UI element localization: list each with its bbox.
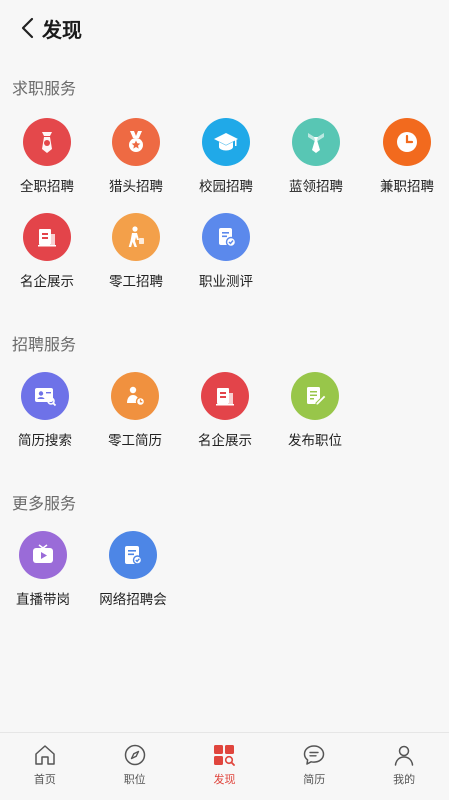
tie-icon bbox=[23, 118, 71, 166]
nav-label: 首页 bbox=[33, 773, 56, 786]
nav-discover[interactable]: 发现 bbox=[180, 733, 270, 800]
service-resume-search[interactable]: 简历搜索 bbox=[0, 372, 90, 462]
item-label: 网络招聘会 bbox=[99, 592, 167, 608]
nav-label: 职位 bbox=[123, 773, 146, 786]
section-title: 招聘服务 bbox=[12, 335, 77, 354]
service-top-companies[interactable]: 名企展示 bbox=[2, 213, 92, 303]
item-label: 兼职招聘 bbox=[380, 179, 434, 195]
nav-resume[interactable]: 简历 bbox=[269, 733, 359, 800]
nav-home[interactable]: 首页 bbox=[0, 733, 90, 800]
service-parttime-jobs[interactable]: 兼职招聘 bbox=[362, 118, 449, 208]
necktie-icon bbox=[292, 118, 340, 166]
nav-label: 发现 bbox=[213, 773, 236, 786]
discover-page: 发现 求职服务 全职招聘 猎头招聘 校园招聘 蓝领招聘 兼职招聘 名企展示 零工… bbox=[0, 0, 449, 800]
item-label: 职业测评 bbox=[199, 274, 253, 290]
service-gig-resume[interactable]: 零工简历 bbox=[90, 372, 180, 462]
resume-search-icon bbox=[21, 372, 69, 420]
service-bluecollar-jobs[interactable]: 蓝领招聘 bbox=[271, 118, 361, 208]
back-button[interactable] bbox=[0, 0, 36, 56]
item-label: 猎头招聘 bbox=[109, 179, 163, 195]
service-live-jobs[interactable]: 直播带岗 bbox=[0, 531, 88, 621]
home-icon bbox=[35, 745, 55, 765]
item-label: 校园招聘 bbox=[199, 179, 253, 195]
discover-icon bbox=[214, 745, 236, 766]
service-fulltime-jobs[interactable]: 全职招聘 bbox=[2, 118, 92, 208]
item-label: 发布职位 bbox=[288, 433, 342, 449]
clock-icon bbox=[383, 118, 431, 166]
item-label: 全职招聘 bbox=[20, 179, 74, 195]
assessment-icon bbox=[202, 213, 250, 261]
nav-label: 我的 bbox=[393, 773, 416, 786]
nav-profile[interactable]: 我的 bbox=[359, 733, 449, 800]
chevron-left-icon bbox=[21, 17, 34, 39]
chat-icon bbox=[304, 745, 325, 765]
top-bar: 发现 bbox=[0, 0, 449, 56]
live-tv-icon bbox=[19, 531, 67, 579]
service-gig-jobs[interactable]: 零工招聘 bbox=[91, 213, 181, 303]
item-label: 蓝领招聘 bbox=[289, 179, 343, 195]
item-label: 名企展示 bbox=[198, 433, 252, 449]
online-fair-icon bbox=[109, 531, 157, 579]
compass-icon bbox=[124, 744, 145, 766]
nav-label: 简历 bbox=[303, 773, 326, 786]
item-label: 零工简历 bbox=[108, 433, 162, 449]
service-online-job-fair[interactable]: 网络招聘会 bbox=[88, 531, 178, 621]
worker-icon bbox=[112, 213, 160, 261]
item-label: 直播带岗 bbox=[16, 592, 70, 608]
section-title: 更多服务 bbox=[12, 494, 77, 513]
user-icon bbox=[394, 745, 414, 766]
medal-icon bbox=[112, 118, 160, 166]
service-publish-job[interactable]: 发布职位 bbox=[270, 372, 360, 462]
gig-resume-icon bbox=[111, 372, 159, 420]
service-top-companies-2[interactable]: 名企展示 bbox=[180, 372, 270, 462]
company-icon bbox=[23, 213, 71, 261]
item-label: 名企展示 bbox=[20, 274, 74, 290]
service-career-assessment[interactable]: 职业测评 bbox=[181, 213, 271, 303]
item-label: 零工招聘 bbox=[109, 274, 163, 290]
nav-jobs[interactable]: 职位 bbox=[90, 733, 180, 800]
item-label: 简历搜索 bbox=[18, 433, 72, 449]
section-title: 求职服务 bbox=[12, 79, 77, 98]
bottom-nav: 首页 职位 发现 简历 我的 bbox=[0, 732, 449, 800]
company-icon bbox=[201, 372, 249, 420]
publish-job-icon bbox=[291, 372, 339, 420]
graduation-cap-icon bbox=[202, 118, 250, 166]
service-campus-jobs[interactable]: 校园招聘 bbox=[181, 118, 271, 208]
service-headhunter-jobs[interactable]: 猎头招聘 bbox=[91, 118, 181, 208]
page-title: 发现 bbox=[42, 17, 82, 42]
